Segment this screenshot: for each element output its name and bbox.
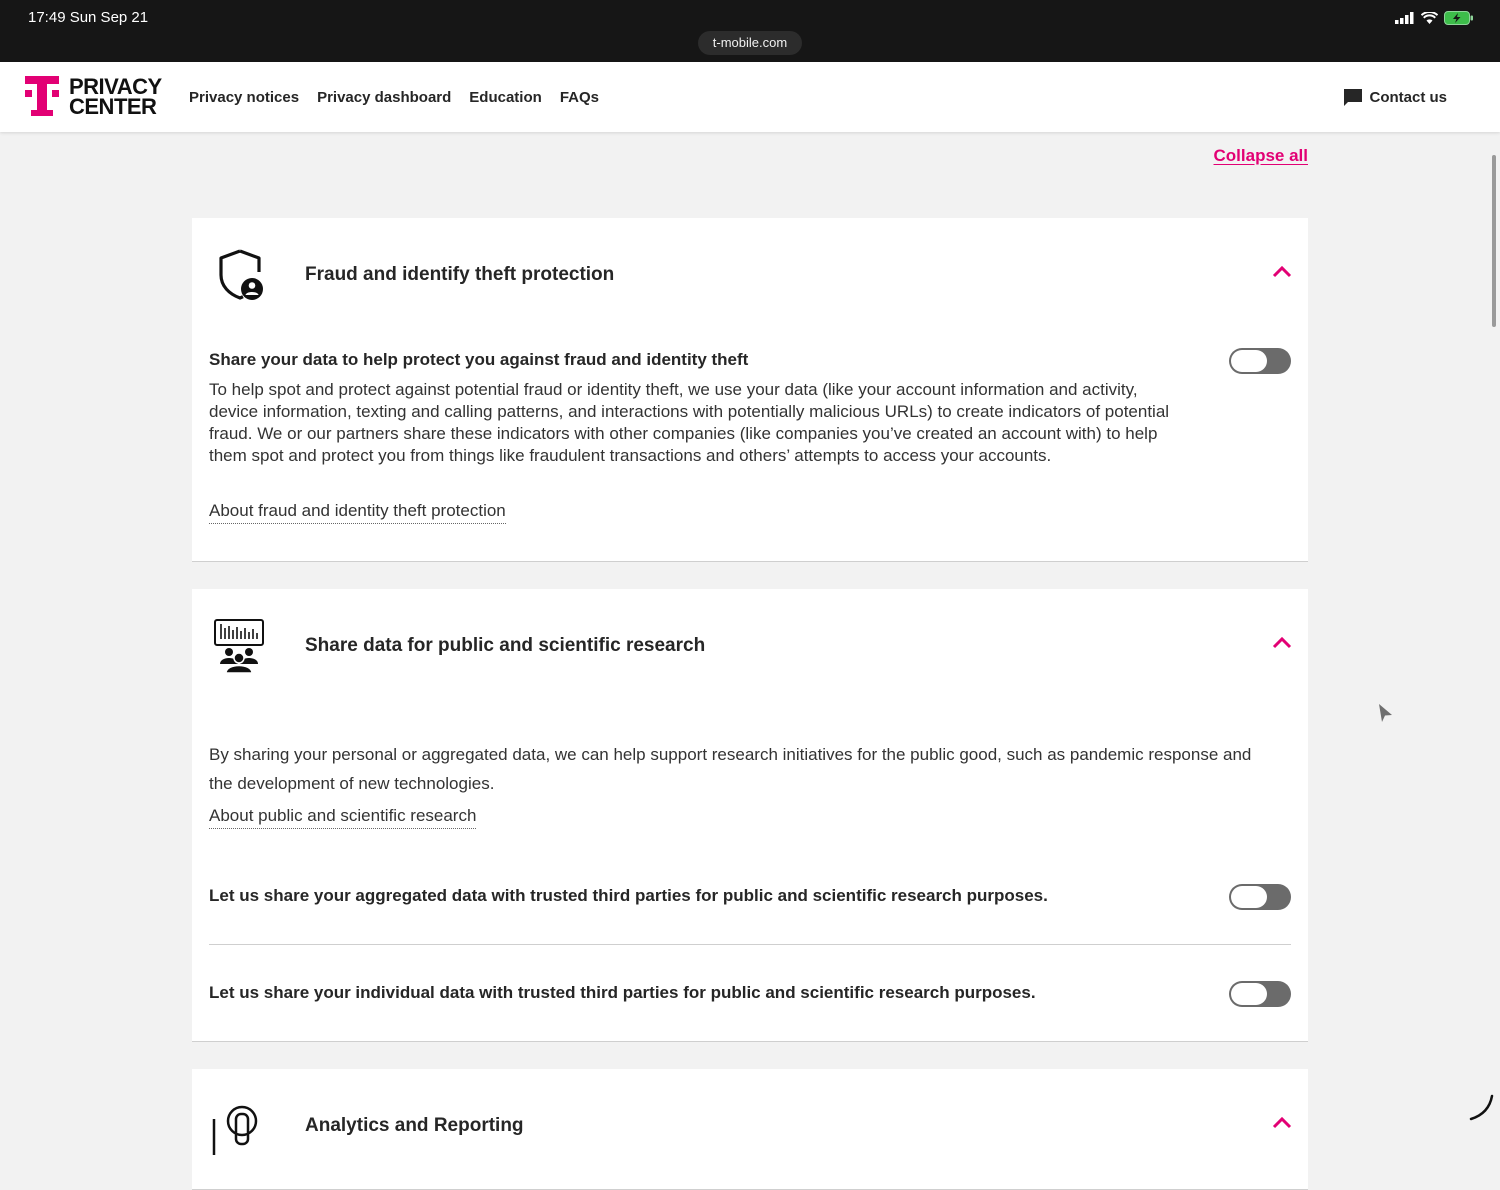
option-aggregated-data-label: Let us share your aggregated data with t… xyxy=(209,886,1048,905)
nav-privacy-notices[interactable]: Privacy notices xyxy=(189,89,299,106)
section-public-research: Share data for public and scientific res… xyxy=(192,589,1308,1042)
about-fraud-link[interactable]: About fraud and identity theft protectio… xyxy=(209,501,506,524)
collapse-all-link[interactable]: Collapse all xyxy=(1214,146,1308,166)
status-bar: 17:49 Sun Sep 21 t-mobile.com xyxy=(0,0,1500,62)
t-mobile-logo-icon xyxy=(25,76,59,116)
section-description: By sharing your personal or aggregated d… xyxy=(209,745,1252,793)
status-icons xyxy=(1395,9,1474,27)
nav-education[interactable]: Education xyxy=(469,89,542,106)
battery-charging-icon xyxy=(1444,11,1473,25)
cellular-signal-icon xyxy=(1395,12,1414,24)
research-group-icon xyxy=(214,619,264,674)
section-title: Analytics and Reporting xyxy=(305,1115,524,1136)
nav-privacy-dashboard[interactable]: Privacy dashboard xyxy=(317,89,451,106)
toggle-knob xyxy=(1231,350,1267,372)
section-description: To help spot and protect against potenti… xyxy=(209,380,1170,465)
url-pill[interactable]: t-mobile.com xyxy=(698,31,802,55)
fraud-protection-toggle[interactable] xyxy=(1229,348,1291,374)
option-title: Share your data to help protect you agai… xyxy=(209,350,749,369)
logo-text: PRIVACY CENTER xyxy=(69,76,162,119)
section-title: Fraud and identify theft protection xyxy=(305,264,615,285)
toggle-knob xyxy=(1231,886,1267,908)
chevron-up-icon[interactable] xyxy=(1272,635,1292,649)
toggle-knob xyxy=(1231,983,1267,1005)
section-header[interactable]: Share data for public and scientific res… xyxy=(192,589,1308,701)
status-time: 17:49 Sun Sep 21 xyxy=(28,9,149,26)
section-fraud-protection: Fraud and identify theft protection Shar… xyxy=(192,218,1308,562)
page-scrollbar[interactable] xyxy=(1492,155,1496,327)
individual-data-toggle[interactable] xyxy=(1229,981,1291,1007)
contact-us-link[interactable]: Contact us xyxy=(1343,62,1447,132)
section-header[interactable]: Fraud and identify theft protection xyxy=(192,218,1308,330)
section-analytics: Analytics and Reporting xyxy=(192,1069,1308,1190)
main-nav: Privacy notices Privacy dashboard Educat… xyxy=(189,62,599,132)
section-header[interactable]: Analytics and Reporting xyxy=(192,1069,1308,1181)
about-research-link[interactable]: About public and scientific research xyxy=(209,806,477,829)
privacy-center-logo[interactable]: PRIVACY CENTER xyxy=(25,76,165,120)
aggregated-data-toggle[interactable] xyxy=(1229,884,1291,910)
chevron-up-icon[interactable] xyxy=(1272,1115,1292,1129)
option-individual-data-label: Let us share your individual data with t… xyxy=(209,983,1036,1002)
shield-user-icon xyxy=(219,249,263,300)
pointer-cursor-icon xyxy=(1379,704,1392,722)
wifi-icon xyxy=(1421,11,1438,24)
logo-line-2: CENTER xyxy=(69,94,157,119)
chat-bubble-icon xyxy=(1344,88,1363,106)
nav-faqs[interactable]: FAQs xyxy=(560,89,599,106)
option-divider xyxy=(209,944,1291,945)
chevron-up-icon[interactable] xyxy=(1272,264,1292,278)
contact-us-label: Contact us xyxy=(1369,88,1447,106)
section-title: Share data for public and scientific res… xyxy=(305,635,706,656)
site-header: PRIVACY CENTER Privacy notices Privacy d… xyxy=(0,62,1500,132)
analytics-icon xyxy=(212,1105,258,1155)
loading-spinner-icon xyxy=(1469,1094,1494,1121)
